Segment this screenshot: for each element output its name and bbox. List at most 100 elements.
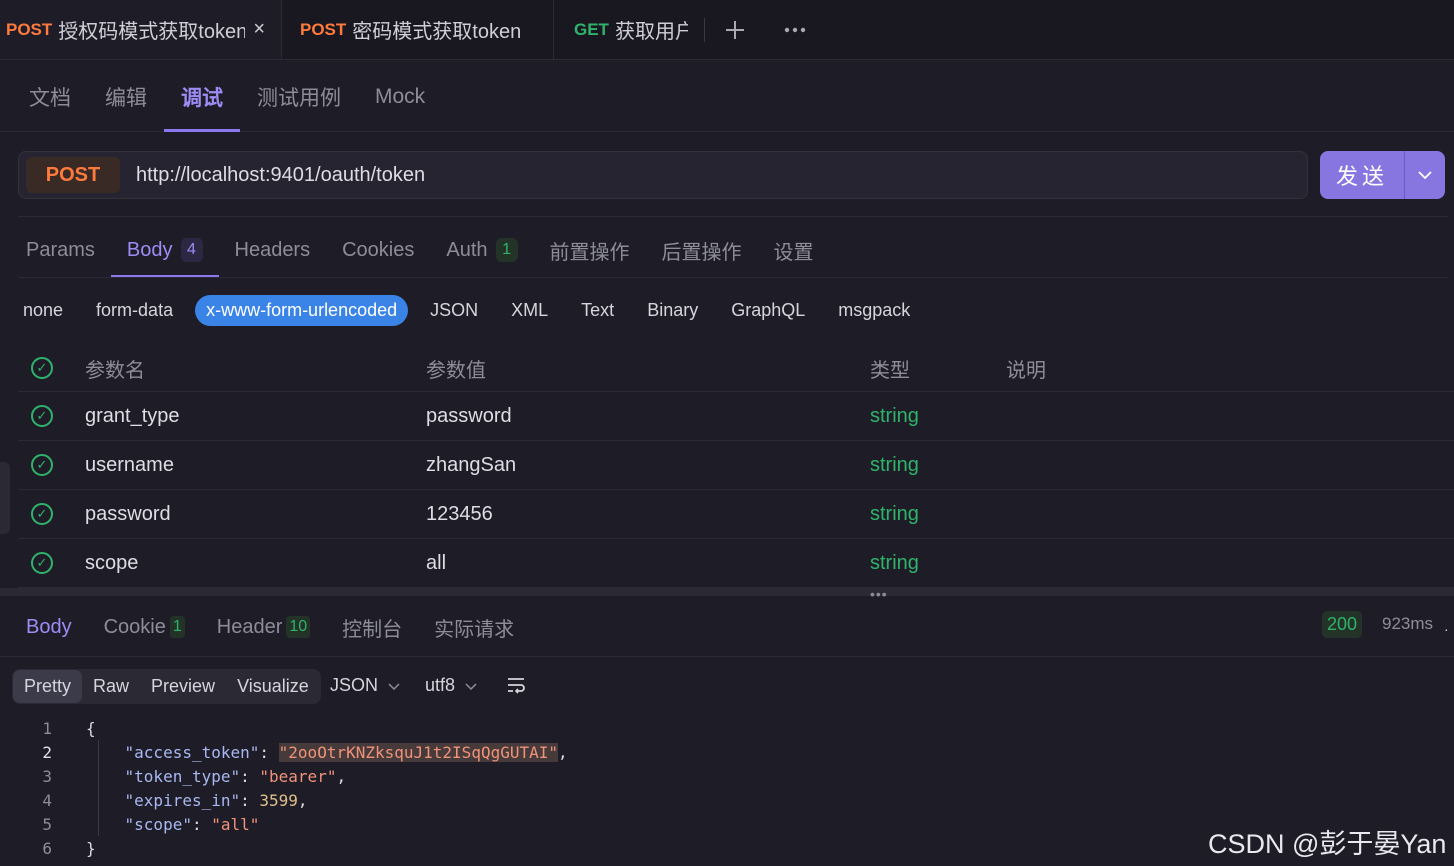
tab-post-ops[interactable]: 后置操作 [646,222,758,278]
tab-pre-ops[interactable]: 前置操作 [534,222,646,278]
line-number: 4 [42,790,52,810]
count-badge: 10 [286,616,311,638]
send-button[interactable]: 发送 [1320,151,1404,199]
response-tab-cookie[interactable]: Cookie 1 [88,598,201,656]
line-number: 3 [42,766,52,786]
body-type-form-data[interactable]: form-data [85,295,184,326]
tab-method: POST [6,19,53,39]
tab-params[interactable]: Params [10,222,111,278]
request-param-tabs: Params Body 4 Headers Cookies Auth 1 前置操作 … [10,222,830,278]
param-value[interactable]: 123456 [426,503,493,526]
response-tab-body[interactable]: Body [10,598,88,656]
subnav-docs[interactable]: 文档 [12,62,88,131]
row-check-icon[interactable]: ✓ [31,454,53,476]
param-type[interactable]: string [870,503,919,526]
subnav-mock[interactable]: Mock [358,62,442,131]
body-type-text[interactable]: Text [570,295,625,326]
tab-label: Auth [446,238,488,261]
tab-label: Cookie [103,615,166,638]
response-tabs: Body Cookie 1 Header 10 控制台 实际请求 [10,598,530,656]
param-type[interactable]: string [870,552,919,575]
code-text: "access_token": "2ooOtrKNZksquJ1t2ISqQgG… [124,742,568,762]
line-number: 2 [42,742,52,762]
view-preview[interactable]: Preview [140,670,226,703]
format-value: JSON [330,675,379,695]
chevron-down-icon[interactable] [1404,151,1445,199]
json-string: "2ooOtrKNZksquJ1t2ISqQgGUTAI" [278,742,559,762]
word-wrap-icon[interactable] [506,676,526,694]
view-visualize[interactable]: Visualize [226,670,320,703]
json-key: "token_type" [124,766,241,786]
format-dropdown[interactable]: JSON [330,675,400,696]
subnav-edit[interactable]: 编辑 [88,62,164,131]
body-type-urlencoded[interactable]: x-www-form-urlencoded [195,295,409,326]
row-check-icon[interactable]: ✓ [31,405,53,427]
code-text: { [86,718,96,738]
api-subnav: 文档 编辑 调试 测试用例 Mock [0,62,1454,132]
tab-body[interactable]: Body 4 [110,222,219,278]
subnav-test-cases[interactable]: 测试用例 [240,62,358,131]
json-string: "bearer" [259,766,337,786]
view-pretty[interactable]: Pretty [13,670,83,703]
body-type-none[interactable]: none [12,295,74,326]
row-check-icon[interactable]: ✓ [31,503,53,525]
tab-title: 授权码模式获取token [58,21,246,43]
check-all-icon[interactable]: ✓ [31,357,53,379]
line-number: 6 [42,838,52,858]
row-check-icon[interactable]: ✓ [31,552,53,574]
body-type-xml[interactable]: XML [500,295,559,326]
tab-settings[interactable]: 设置 [758,222,830,278]
param-type[interactable]: string [870,405,919,428]
method-select[interactable]: POST [26,157,120,193]
encoding-dropdown[interactable]: utf8 [425,675,477,696]
body-type-graphql[interactable]: GraphQL [720,295,816,326]
body-type-binary[interactable]: Binary [636,295,709,326]
tab-auth[interactable]: Auth 1 [430,222,533,278]
tab-get-user[interactable]: GET 获取用户 [554,0,704,59]
count-badge: 1 [169,616,185,638]
ellipsis-icon[interactable] [765,0,825,59]
param-table: ✓ 参数名 参数值 类型 说明 ✓ grant_type password st… [18,345,1454,588]
tab-password-token[interactable]: POST 密码模式获取token [282,0,554,59]
tab-label: 前置操作 [549,241,630,264]
tab-label: Cookies [342,238,415,261]
tab-headers[interactable]: Headers [219,222,327,278]
count-badge: 1 [495,238,518,262]
tab-label: 实际请求 [434,618,515,641]
tab-auth-code-token[interactable]: POST 授权码模式获取token × [0,0,282,59]
column-header: 说明 [1006,359,1046,382]
response-tab-actual-request[interactable]: 实际请求 [418,598,530,656]
param-name[interactable]: grant_type [85,405,180,428]
body-type-json[interactable]: JSON [419,295,489,326]
code-line: 2 "access_token": "2ooOtrKNZksquJ1t2ISqQ… [0,740,1454,764]
param-name[interactable]: scope [85,552,138,575]
tab-label: Headers [234,238,311,261]
param-value[interactable]: password [426,405,512,428]
sidebar-resize-handle[interactable] [0,462,10,534]
view-raw[interactable]: Raw [82,670,140,703]
code-text: "expires_in": 3599, [124,790,308,810]
close-icon[interactable]: × [253,18,265,41]
request-tabbar: POST 授权码模式获取token × POST 密码模式获取token GET… [0,0,1454,60]
tab-label: Params [26,238,95,261]
param-value[interactable]: zhangSan [426,454,516,477]
subnav-debug[interactable]: 调试 [164,62,240,132]
table-row: ✓ grant_type password string [18,392,1454,441]
param-name[interactable]: password [85,503,171,526]
plus-icon[interactable] [705,0,765,59]
body-type-msgpack[interactable]: msgpack [827,295,921,326]
column-header: 参数名 [85,359,145,382]
panel-splitter[interactable]: ••• [0,586,1454,602]
divider [18,216,1448,217]
param-name[interactable]: username [85,454,174,477]
response-tab-console[interactable]: 控制台 [326,598,418,656]
count-badge: 4 [180,238,203,262]
line-number: 5 [42,814,52,834]
status-badge: 200 [1322,611,1363,638]
drag-handle-icon: ••• [870,586,888,602]
response-tab-header[interactable]: Header 10 [201,598,326,656]
param-value[interactable]: all [426,552,446,575]
param-type[interactable]: string [870,454,919,477]
tab-cookies[interactable]: Cookies [326,222,430,278]
url-input[interactable]: http://localhost:9401/oauth/token [136,164,425,187]
